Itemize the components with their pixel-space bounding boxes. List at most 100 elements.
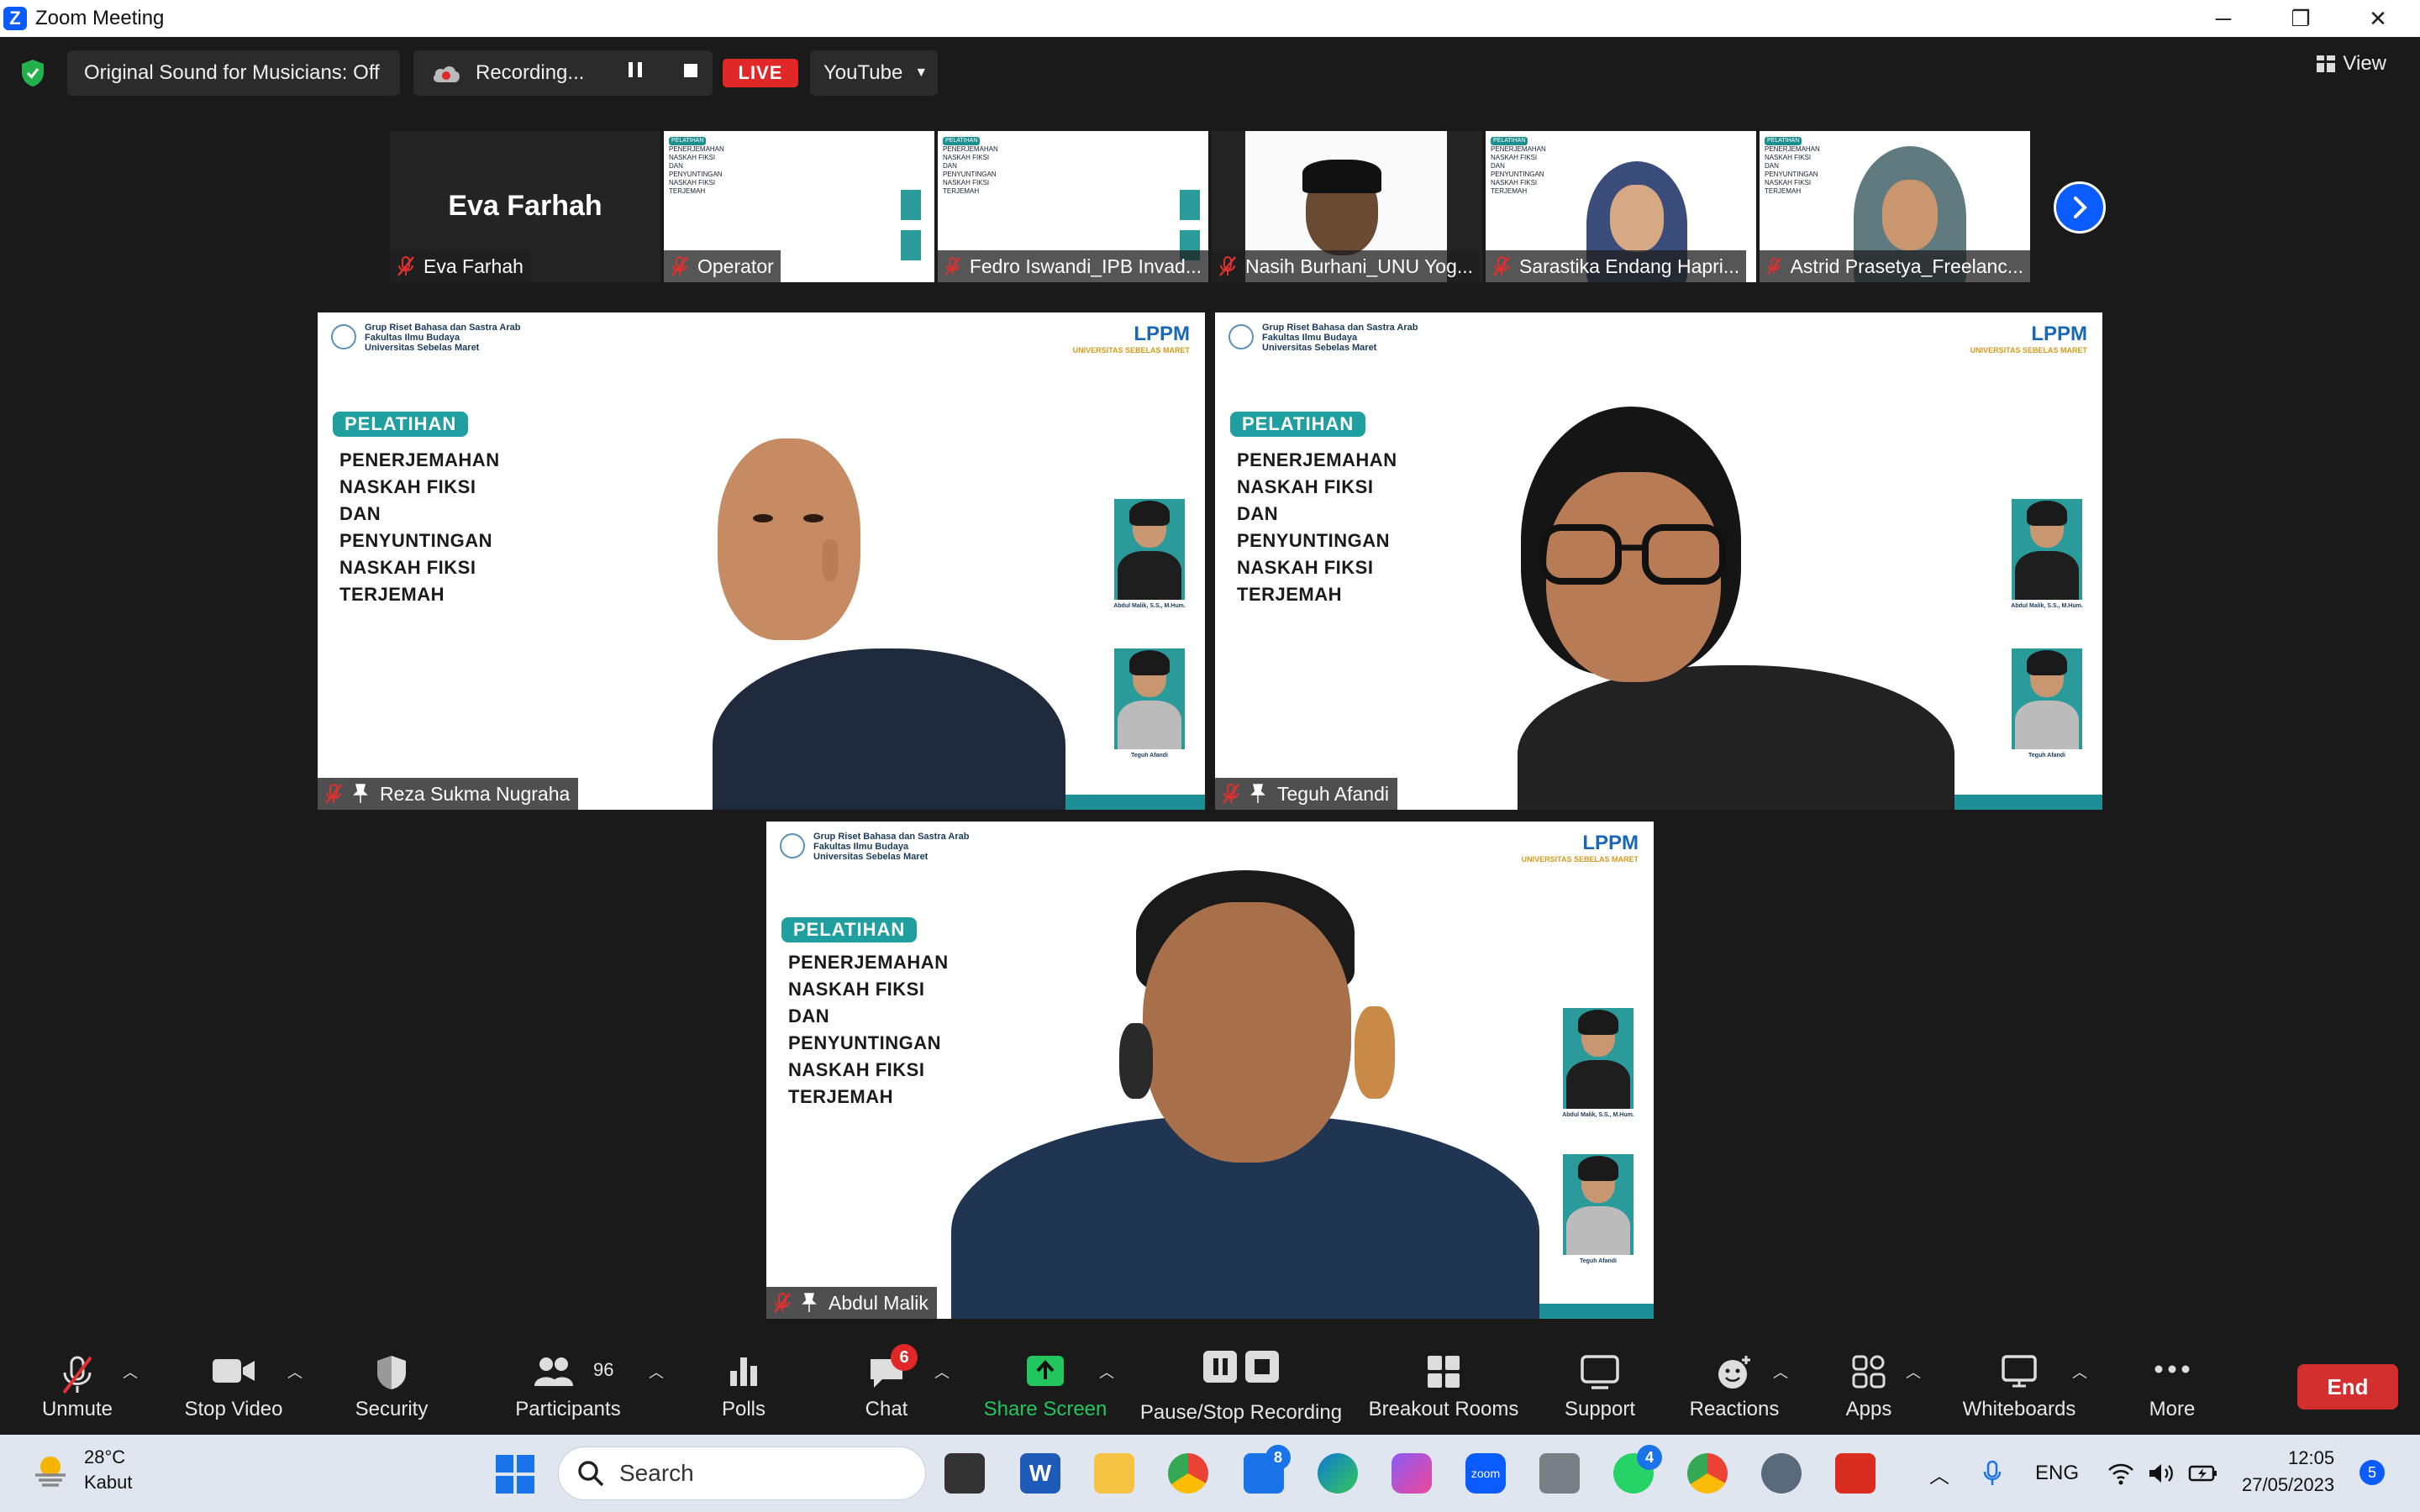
mini-slide-text: PELATIHAN PENERJEMAHAN NASKAH FIKSI DAN PENY… <box>1765 137 1820 195</box>
notification-count-badge[interactable]: 5 <box>2360 1460 2385 1485</box>
security-button[interactable]: Security <box>345 1336 439 1435</box>
participant-name-tag: Fedro Iswandi_IPB Invad... <box>938 250 1208 282</box>
breakout-rooms-button[interactable]: Breakout Rooms <box>1358 1336 1529 1435</box>
thumbnail-astrid[interactable]: PELATIHAN PENERJEMAHAN NASKAH FIKSI DAN PENY… <box>1760 131 2030 282</box>
mic-muted-icon <box>1223 784 1239 804</box>
breakout-rooms-label: Breakout Rooms <box>1368 1398 1519 1420</box>
share-screen-button[interactable]: Share Screen <box>980 1336 1111 1435</box>
slide-title: PENERJEMAHAN NASKAH FIKSI DAN PENYUNTINGAN N… <box>1237 449 1397 605</box>
video-tile-reza[interactable]: Grup Riset Bahasa dan Sastra Arab Fakulta… <box>318 312 1205 810</box>
participants-options-caret-icon[interactable]: ︿ <box>649 1361 664 1383</box>
chevron-down-icon: ▼ <box>914 66 929 80</box>
participant-name-tag: Operator <box>664 250 781 282</box>
task-view-icon[interactable] <box>944 1453 985 1494</box>
teams-badge: 8 <box>1265 1445 1291 1470</box>
thumbnail-nasih[interactable]: Nasih Burhani_UNU Yog... <box>1212 131 1482 282</box>
volume-icon[interactable] <box>2148 1462 2175 1485</box>
participant-eyes <box>753 514 829 526</box>
copilot-icon[interactable] <box>1392 1453 1432 1494</box>
whiteboards-button[interactable]: Whiteboards <box>1951 1336 2087 1435</box>
stop-video-label: Stop Video <box>184 1398 283 1420</box>
video-tile-abdul-malik[interactable]: Grup Riset Bahasa dan Sastra Arab Fakulta… <box>766 822 1654 1319</box>
end-meeting-button[interactable]: End <box>2297 1364 2398 1410</box>
mic-muted-icon <box>1493 256 1510 276</box>
pause-recording-icon[interactable] <box>629 62 642 77</box>
audio-options-caret-icon[interactable]: ︿ <box>123 1361 138 1383</box>
title-bar: Z Zoom Meeting ─ ❐ ✕ <box>0 0 2420 37</box>
file-explorer-icon[interactable] <box>1094 1453 1134 1494</box>
participant-cap <box>1302 160 1381 193</box>
apps-options-caret-icon[interactable]: ︿ <box>1906 1361 1921 1383</box>
thumbnail-fedro[interactable]: PELATIHAN PENERJEMAHAN NASKAH FIKSI DAN PENY… <box>938 131 1208 282</box>
participant-name: Abdul Malik <box>829 1291 929 1314</box>
more-button[interactable]: More <box>2134 1336 2210 1435</box>
speaker-card: Abdul Malik, S.S., M.Hum. <box>1556 1008 1634 1118</box>
stream-target-dropdown[interactable]: YouTube ▼ <box>810 50 938 96</box>
security-label: Security <box>355 1398 429 1420</box>
view-button[interactable]: View <box>2316 52 2386 76</box>
stop-video-button[interactable]: Stop Video <box>176 1336 291 1435</box>
reactions-options-caret-icon[interactable]: ︿ <box>1773 1361 1788 1383</box>
unmute-button[interactable]: Unmute <box>25 1336 129 1435</box>
original-sound-button[interactable]: Original Sound for Musicians: Off <box>67 50 400 96</box>
mic-muted-icon <box>62 1356 92 1394</box>
thumbnail-sarastika[interactable]: PELATIHAN PENERJEMAHAN NASKAH FIKSI DAN PENY… <box>1486 131 1756 282</box>
taskbar-search-box[interactable]: Search <box>558 1446 926 1500</box>
hidden-icons-chevron-icon[interactable]: ︿ <box>1929 1435 1949 1512</box>
close-button[interactable]: ✕ <box>2339 0 2417 37</box>
slide-title: PENERJEMAHAN NASKAH FIKSI DAN PENYUNTINGAN N… <box>339 449 500 605</box>
microphone-tray-icon[interactable] <box>1983 1460 2002 1487</box>
windows-start-icon[interactable] <box>496 1455 534 1494</box>
speaker-card: Abdul Malik, S.S., M.Hum. <box>2005 499 2083 609</box>
slide-org-header: Grup Riset Bahasa dan Sastra Arab Fakulta… <box>331 323 551 353</box>
wifi-icon[interactable] <box>2107 1462 2134 1485</box>
participant-name-tag: Astrid Prasetya_Freelanc... <box>1760 250 2030 282</box>
acrobat-icon[interactable] <box>1835 1453 1876 1494</box>
participant-name: Astrid Prasetya_Freelanc... <box>1790 255 2023 277</box>
chat-options-caret-icon[interactable]: ︿ <box>934 1361 950 1383</box>
chrome-icon[interactable] <box>1168 1453 1208 1494</box>
next-page-button[interactable] <box>2054 181 2106 234</box>
original-sound-label: Original Sound for Musicians: Off <box>84 61 380 84</box>
share-options-caret-icon[interactable]: ︿ <box>1099 1361 1114 1383</box>
system-clock[interactable]: 12:05 27/05/2023 <box>2242 1445 2334 1499</box>
participant-shirt <box>713 648 1065 810</box>
polls-button[interactable]: Polls <box>706 1336 781 1435</box>
participant-face <box>718 438 860 640</box>
weather-widget[interactable]: 28°C Kabut <box>30 1445 133 1495</box>
chat-button[interactable]: 6 Chat <box>849 1336 924 1435</box>
zoom-taskbar-icon[interactable]: zoom <box>1465 1453 1506 1494</box>
participant-headphone <box>1119 1023 1153 1099</box>
encryption-shield-icon[interactable] <box>20 59 45 87</box>
speaker-card: Teguh Afandi <box>1107 648 1185 759</box>
reactions-button[interactable]: Reactions <box>1684 1336 1785 1435</box>
mini-speaker-photo <box>1180 190 1200 220</box>
edge-icon[interactable] <box>1318 1453 1358 1494</box>
thumbnail-operator[interactable]: PELATIHAN PENERJEMAHAN NASKAH FIKSI DAN PENY… <box>664 131 934 282</box>
zoom-logo-icon: Z <box>3 7 27 30</box>
language-indicator[interactable]: ENG <box>2035 1435 2079 1512</box>
battery-charging-icon[interactable] <box>2188 1463 2218 1483</box>
minimize-button[interactable]: ─ <box>2185 0 2262 37</box>
settings-gear-icon[interactable] <box>1761 1453 1802 1494</box>
mic-muted-icon <box>1219 256 1236 276</box>
support-button[interactable]: Support <box>1558 1336 1642 1435</box>
video-options-caret-icon[interactable]: ︿ <box>287 1361 302 1383</box>
thumbnail-eva-farhah[interactable]: Eva Farhah Eva Farhah <box>390 131 660 282</box>
snipping-tool-icon[interactable] <box>1539 1453 1580 1494</box>
whiteboards-options-caret-icon[interactable]: ︿ <box>2072 1361 2087 1383</box>
video-tile-teguh[interactable]: Grup Riset Bahasa dan Sastra Arab Fakulta… <box>1215 312 2102 810</box>
restore-button[interactable]: ❐ <box>2262 0 2339 37</box>
participants-button[interactable]: 96 Participants <box>508 1336 629 1435</box>
chrome-profile-icon[interactable] <box>1687 1453 1728 1494</box>
pause-stop-recording-button[interactable]: Pause/Stop Recording <box>1134 1336 1348 1435</box>
word-app-icon[interactable]: W <box>1020 1453 1060 1494</box>
apps-button[interactable]: Apps <box>1828 1336 1909 1435</box>
whatsapp-badge: 4 <box>1637 1445 1662 1470</box>
share-screen-arrow-icon <box>1027 1356 1064 1386</box>
slide-footer-bar <box>1938 795 2102 810</box>
meeting-toolbar: Unmute ︿ Stop Video ︿ Security 96 Partic… <box>0 1336 2420 1435</box>
stop-recording-icon[interactable] <box>684 64 697 77</box>
university-logo-icon <box>780 833 805 858</box>
participant-name-tag: Eva Farhah <box>390 250 530 282</box>
